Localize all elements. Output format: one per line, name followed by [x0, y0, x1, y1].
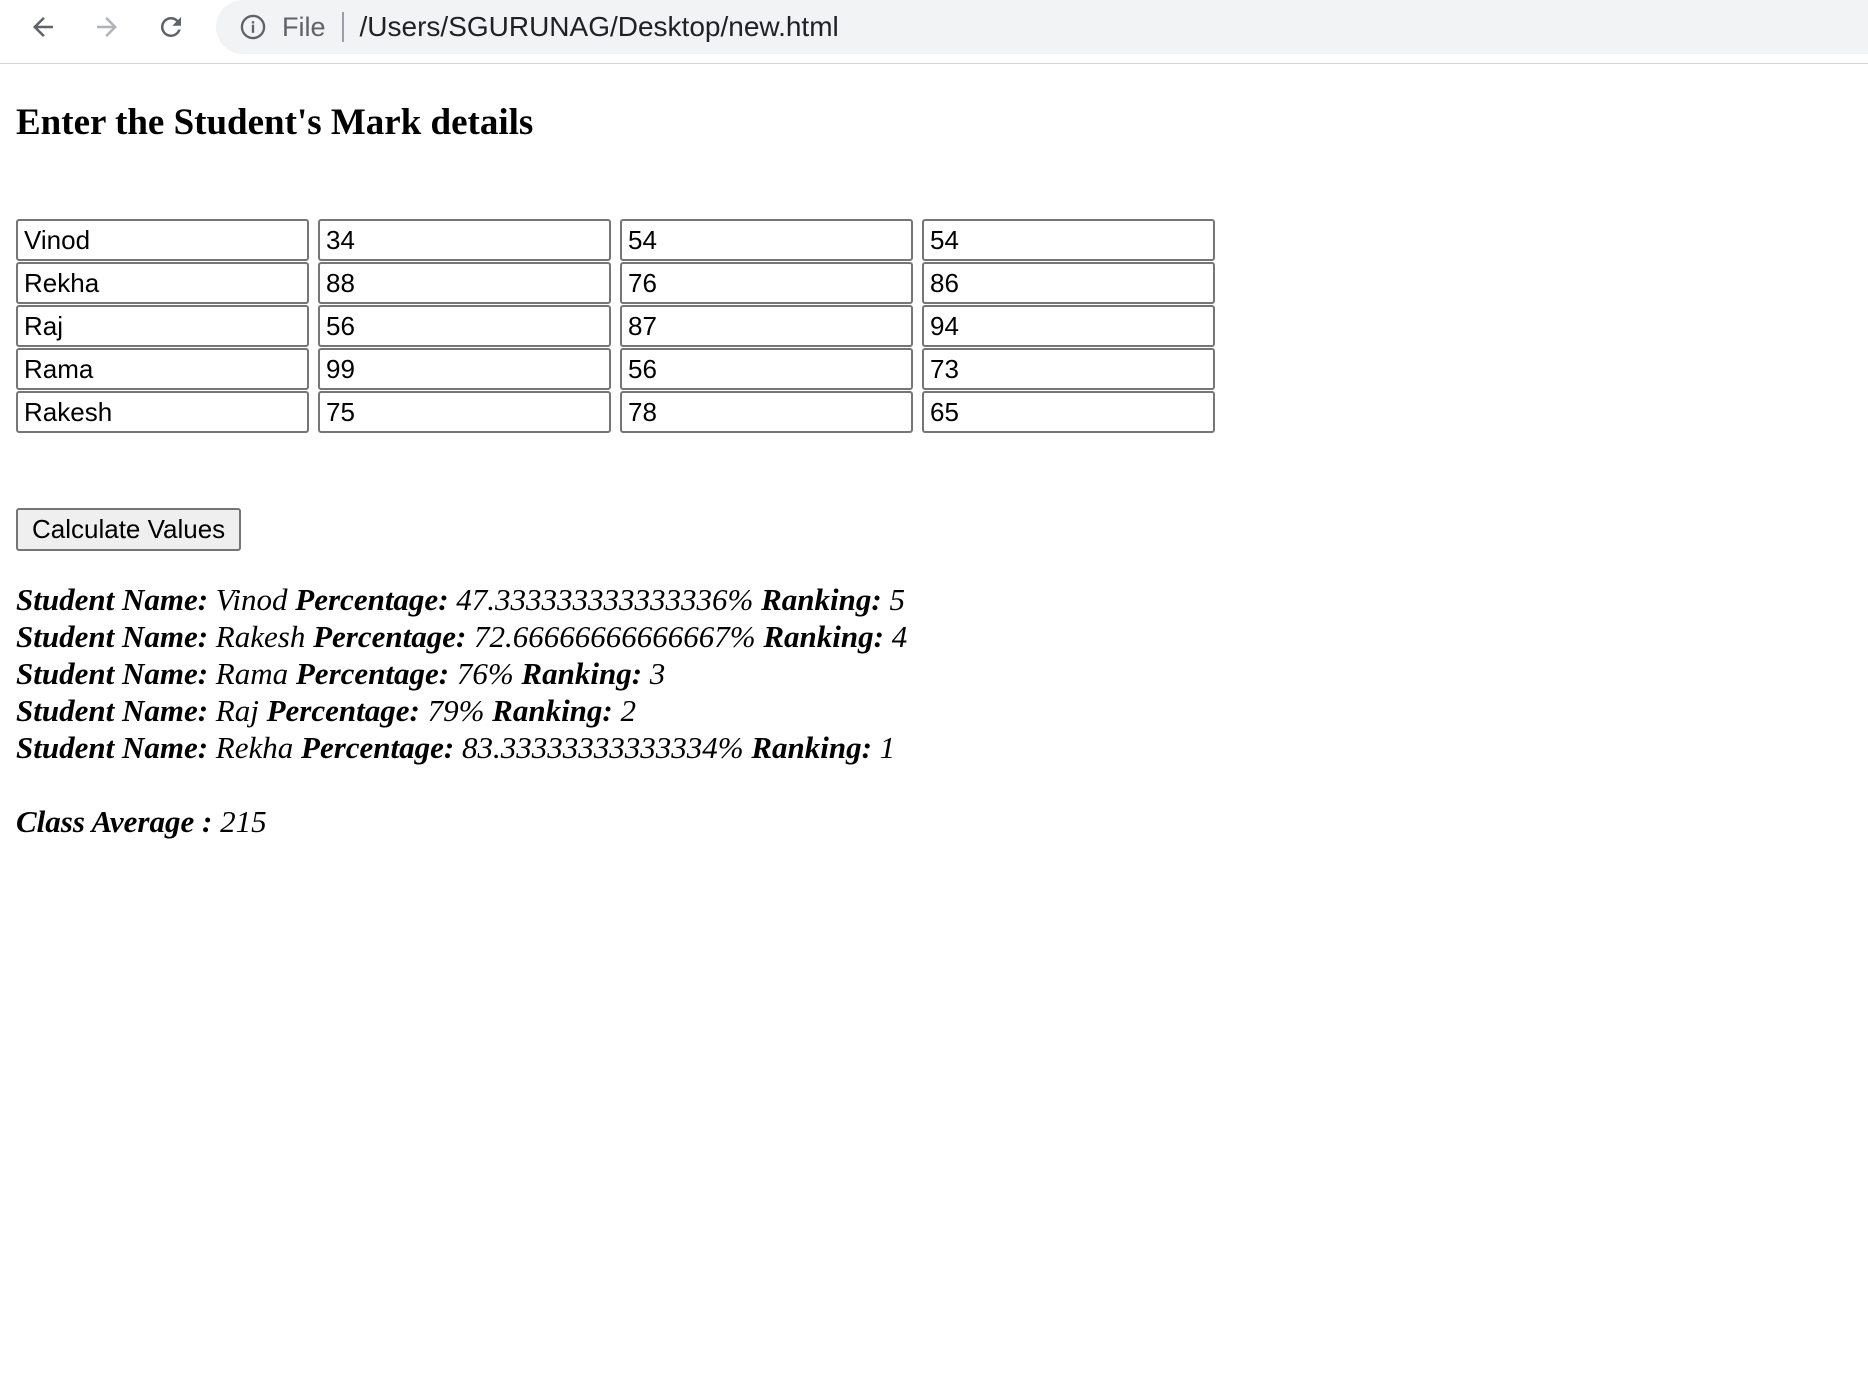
- student-name-label: Student Name:: [16, 619, 209, 654]
- mark-2-input[interactable]: [620, 219, 913, 261]
- student-name-input[interactable]: [16, 348, 309, 390]
- reload-icon: [160, 16, 181, 37]
- mark-2-input[interactable]: [620, 305, 913, 347]
- url-text[interactable]: /Users/SGURUNAG/Desktop/new.html: [360, 11, 839, 43]
- mark-3-input[interactable]: [922, 262, 1215, 304]
- student-name-label: Student Name:: [16, 656, 209, 691]
- student-row: [16, 262, 1224, 305]
- class-average-value: 215: [220, 804, 267, 839]
- results-list: Student Name: Vinod Percentage: 47.33333…: [16, 581, 907, 766]
- mark-2-input[interactable]: [620, 391, 913, 433]
- result-percentage: 72.66666666666667%: [474, 619, 756, 654]
- result-line: Student Name: Raj Percentage: 79% Rankin…: [16, 692, 907, 729]
- result-percentage: 47.333333333333336%: [456, 582, 754, 617]
- student-name-label: Student Name:: [16, 582, 209, 617]
- mark-3-input[interactable]: [922, 348, 1215, 390]
- result-student-name: Vinod: [215, 582, 288, 617]
- result-percentage: 79%: [427, 693, 485, 728]
- info-icon[interactable]: [238, 12, 268, 42]
- ranking-label: Ranking:: [521, 656, 643, 691]
- address-bar[interactable]: File /Users/SGURUNAG/Desktop/new.html: [216, 0, 1868, 54]
- mark-3-input[interactable]: [922, 391, 1215, 433]
- marks-grid: [16, 219, 1224, 434]
- result-student-name: Rakesh: [215, 619, 306, 654]
- browser-toolbar: File /Users/SGURUNAG/Desktop/new.html: [0, 0, 1868, 64]
- class-average-label: Class Average :: [16, 804, 213, 839]
- page-title: Enter the Student's Mark details: [16, 102, 534, 143]
- url-scheme-label: File: [282, 11, 326, 42]
- back-button[interactable]: [24, 8, 62, 46]
- mark-3-input[interactable]: [922, 305, 1215, 347]
- ranking-label: Ranking:: [763, 619, 884, 654]
- result-ranking: 5: [889, 582, 905, 617]
- result-ranking: 2: [620, 693, 637, 728]
- result-percentage: 76%: [456, 656, 514, 691]
- result-line: Student Name: Rama Percentage: 76% Ranki…: [16, 655, 907, 692]
- result-student-name: Raj: [215, 693, 259, 728]
- percentage-label: Percentage:: [313, 619, 467, 654]
- mark-1-input[interactable]: [318, 262, 611, 304]
- result-ranking: 1: [879, 730, 896, 765]
- result-student-name: Rekha: [215, 730, 294, 765]
- mark-1-input[interactable]: [318, 219, 611, 261]
- mark-2-input[interactable]: [620, 348, 913, 390]
- mark-3-input[interactable]: [922, 219, 1215, 261]
- ranking-label: Ranking:: [751, 730, 872, 765]
- class-average: Class Average : 215: [16, 803, 267, 840]
- arrow-left-icon: [33, 17, 53, 37]
- percentage-label: Percentage:: [295, 582, 449, 617]
- result-ranking: 3: [649, 656, 666, 691]
- arrow-right-icon: [97, 17, 117, 37]
- reload-button[interactable]: [152, 8, 190, 46]
- student-row: [16, 219, 1224, 262]
- result-line: Student Name: Vinod Percentage: 47.33333…: [16, 581, 907, 618]
- student-name-input[interactable]: [16, 391, 309, 433]
- percentage-label: Percentage:: [266, 693, 420, 728]
- ranking-label: Ranking:: [761, 582, 882, 617]
- forward-button[interactable]: [88, 8, 126, 46]
- student-name-label: Student Name:: [16, 730, 209, 765]
- student-row: [16, 348, 1224, 391]
- result-student-name: Rama: [215, 656, 289, 691]
- student-name-label: Student Name:: [16, 693, 209, 728]
- percentage-label: Percentage:: [295, 656, 450, 691]
- mark-1-input[interactable]: [318, 305, 611, 347]
- student-row: [16, 391, 1224, 434]
- student-name-input[interactable]: [16, 219, 309, 261]
- mark-2-input[interactable]: [620, 262, 913, 304]
- ranking-label: Ranking:: [492, 693, 613, 728]
- student-name-input[interactable]: [16, 262, 309, 304]
- mark-1-input[interactable]: [318, 391, 611, 433]
- result-percentage: 83.33333333333334%: [461, 730, 744, 765]
- result-ranking: 4: [891, 619, 908, 654]
- result-line: Student Name: Rekha Percentage: 83.33333…: [16, 729, 907, 766]
- mark-1-input[interactable]: [318, 348, 611, 390]
- result-line: Student Name: Rakesh Percentage: 72.6666…: [16, 618, 907, 655]
- omnibox-divider: [341, 12, 344, 42]
- calculate-values-button[interactable]: Calculate Values: [16, 508, 242, 551]
- percentage-label: Percentage:: [301, 730, 455, 765]
- student-name-input[interactable]: [16, 305, 309, 347]
- student-row: [16, 305, 1224, 348]
